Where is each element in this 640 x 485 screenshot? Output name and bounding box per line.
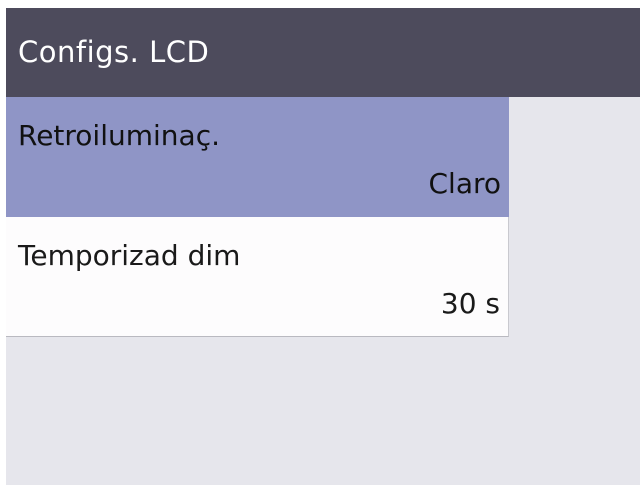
lcd-screen: Configs. LCD Retroiluminaç. Claro Tempor… [6,8,640,485]
menu-item-backlight[interactable]: Retroiluminaç. Claro [6,97,509,217]
page-title: Configs. LCD [18,35,210,69]
menu-item-value: 30 s [440,287,500,320]
settings-menu: Retroiluminaç. Claro Temporizad dim 30 s [6,97,509,337]
menu-item-dim-timer[interactable]: Temporizad dim 30 s [6,217,509,337]
title-bar: Configs. LCD [6,8,640,97]
menu-item-label: Retroiluminaç. [18,119,220,152]
menu-item-label: Temporizad dim [18,239,241,272]
menu-item-value: Claro [428,167,501,200]
